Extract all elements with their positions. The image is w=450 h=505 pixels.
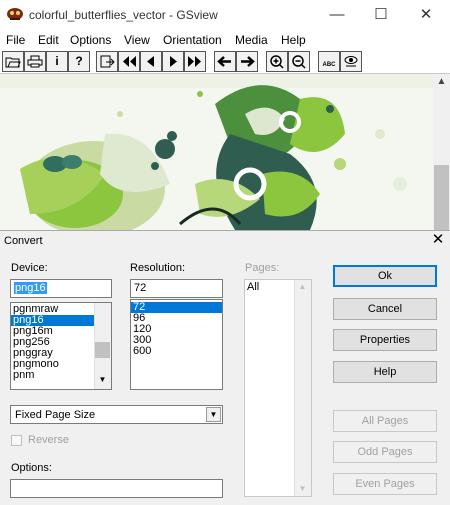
print-icon[interactable] — [24, 51, 46, 72]
magnify-text-icon[interactable]: ABC — [318, 51, 340, 72]
zoom-out-icon[interactable] — [288, 51, 310, 72]
properties-button[interactable]: Properties — [333, 329, 437, 351]
resolution-option[interactable]: 600 — [131, 346, 222, 357]
back-arrow-icon[interactable] — [214, 51, 236, 72]
scrollbar-thumb[interactable] — [434, 165, 449, 230]
chevron-up-icon[interactable]: ▲ — [294, 282, 311, 294]
resolution-listbox[interactable]: 72 96 120 300 600 — [130, 299, 223, 390]
resolution-label: Resolution: — [130, 262, 186, 274]
menu-options[interactable]: Options — [70, 33, 111, 47]
reverse-checkbox[interactable] — [11, 435, 22, 446]
options-input[interactable] — [10, 479, 223, 498]
first-page-icon[interactable] — [118, 51, 140, 72]
zoom-in-icon[interactable] — [266, 51, 288, 72]
page-size-value: Fixed Page Size — [15, 409, 96, 421]
last-page-icon[interactable] — [184, 51, 206, 72]
ok-button[interactable]: Ok — [333, 265, 437, 287]
menu-media[interactable]: Media — [235, 33, 268, 47]
minimize-button[interactable]: — — [314, 0, 360, 30]
device-list-scroll-thumb[interactable] — [95, 342, 110, 358]
chevron-down-icon[interactable]: ▼ — [294, 484, 311, 496]
pages-list-scrollbar[interactable] — [294, 280, 311, 496]
help-button[interactable]: Help — [333, 361, 437, 383]
window-title: colorful_butterflies_vector - GSview — [29, 8, 218, 22]
all-pages-button[interactable]: All Pages — [333, 410, 437, 432]
chevron-down-icon[interactable]: ▼ — [94, 375, 111, 387]
magnify-text-label: ABC — [322, 62, 336, 68]
menu-help[interactable]: Help — [281, 33, 306, 47]
previous-page-icon[interactable] — [140, 51, 162, 72]
chevron-down-icon[interactable]: ▼ — [206, 407, 221, 422]
dialog-title: Convert — [4, 235, 43, 247]
menu-edit[interactable]: Edit — [38, 33, 59, 47]
pages-label: Pages: — [245, 262, 280, 274]
close-button[interactable]: ✕ — [403, 0, 449, 30]
help-icon[interactable]: ? — [68, 51, 90, 72]
resolution-input[interactable]: 72 — [130, 279, 223, 298]
forward-arrow-icon[interactable] — [236, 51, 258, 72]
scroll-up-arrow-icon[interactable]: ▲ — [433, 76, 450, 90]
menu-file[interactable]: File — [6, 33, 25, 47]
menu-bar — [0, 30, 450, 50]
device-input[interactable]: png16 — [10, 279, 112, 298]
next-page-icon[interactable] — [162, 51, 184, 72]
options-label: Options: — [11, 462, 52, 474]
info-icon[interactable]: i — [46, 51, 68, 72]
cancel-button[interactable]: Cancel — [333, 298, 437, 320]
odd-pages-button[interactable]: Odd Pages — [333, 441, 437, 463]
gsview-app-icon[interactable] — [6, 6, 24, 22]
device-label: Device: — [11, 262, 48, 274]
dialog-close-button[interactable]: ✕ — [428, 230, 448, 250]
menu-view[interactable]: View — [124, 33, 150, 47]
document-viewport[interactable] — [0, 74, 433, 230]
view-eye-icon[interactable] — [340, 51, 362, 72]
open-file-icon[interactable] — [2, 51, 24, 72]
butterfly-artwork — [0, 74, 433, 230]
maximize-button[interactable]: ☐ — [358, 0, 404, 30]
page-size-select[interactable]: Fixed Page Size ▼ — [10, 405, 223, 424]
reverse-label: Reverse — [28, 434, 69, 446]
device-input-value: png16 — [14, 282, 47, 294]
goto-page-icon[interactable] — [96, 51, 118, 72]
even-pages-button[interactable]: Even Pages — [333, 473, 437, 495]
menu-orientation[interactable]: Orientation — [163, 33, 222, 47]
